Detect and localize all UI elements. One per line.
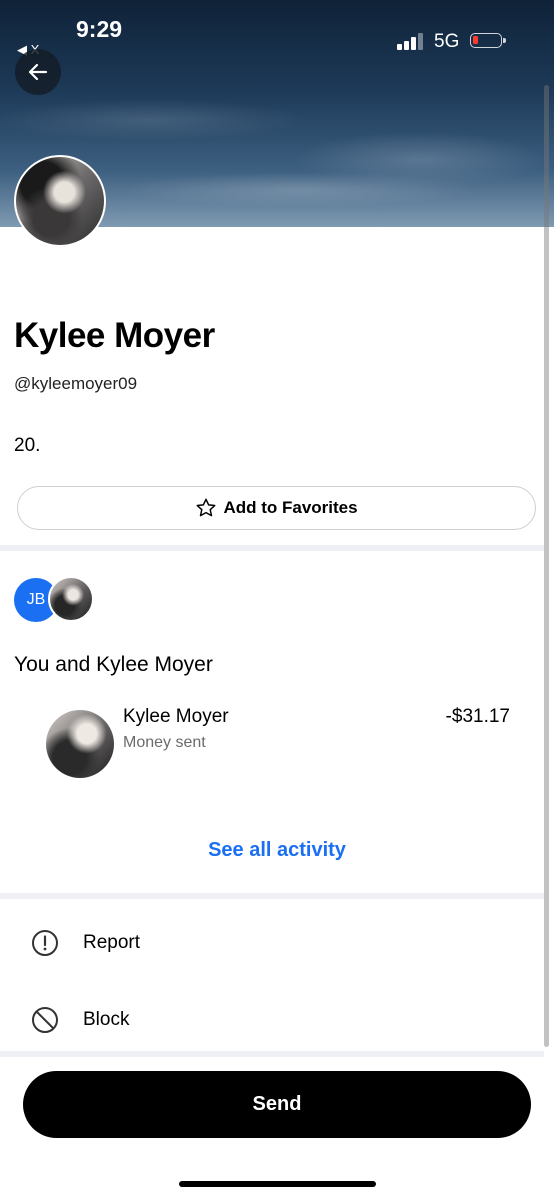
- section-divider: [0, 1051, 544, 1057]
- report-menu-item[interactable]: Report: [0, 918, 544, 968]
- shared-activity-title: You and Kylee Moyer: [14, 653, 213, 676]
- status-bar: 9:29 ◀ X 5G: [0, 0, 554, 60]
- profile-avatar: [14, 155, 106, 247]
- block-label: Block: [83, 1009, 130, 1030]
- transaction-name: Kylee Moyer: [123, 706, 229, 727]
- add-to-favorites-button[interactable]: Add to Favorites: [17, 486, 536, 530]
- transaction-amount: -$31.17: [445, 706, 510, 727]
- block-icon: [32, 1007, 58, 1033]
- profile-handle: @kyleemoyer09: [14, 374, 138, 393]
- transaction-avatar: [46, 710, 114, 778]
- signal-icon: [397, 32, 425, 50]
- friend-avatar: [48, 576, 94, 622]
- status-time: 9:29: [76, 16, 123, 42]
- favorites-label: Add to Favorites: [223, 498, 358, 517]
- network-type: 5G: [434, 31, 460, 52]
- scrollbar[interactable]: [544, 85, 549, 1047]
- arrow-left-icon: [28, 63, 48, 81]
- back-button[interactable]: [15, 49, 61, 95]
- alert-circle-icon: [32, 930, 58, 956]
- report-label: Report: [83, 932, 141, 953]
- send-button[interactable]: Send: [23, 1071, 531, 1138]
- send-label: Send: [252, 1093, 302, 1115]
- star-outline-icon: [196, 498, 216, 517]
- user-initials: JB: [26, 591, 46, 608]
- section-divider: [0, 545, 544, 551]
- block-menu-item[interactable]: Block: [0, 995, 544, 1045]
- profile-bio: 20.: [14, 435, 41, 456]
- section-divider: [0, 893, 544, 899]
- battery-icon: [470, 33, 506, 48]
- home-indicator[interactable]: [179, 1181, 376, 1187]
- profile-name: Kylee Moyer: [14, 316, 215, 355]
- transaction-description: Money sent: [123, 734, 206, 751]
- see-all-activity-link[interactable]: See all activity: [0, 839, 554, 862]
